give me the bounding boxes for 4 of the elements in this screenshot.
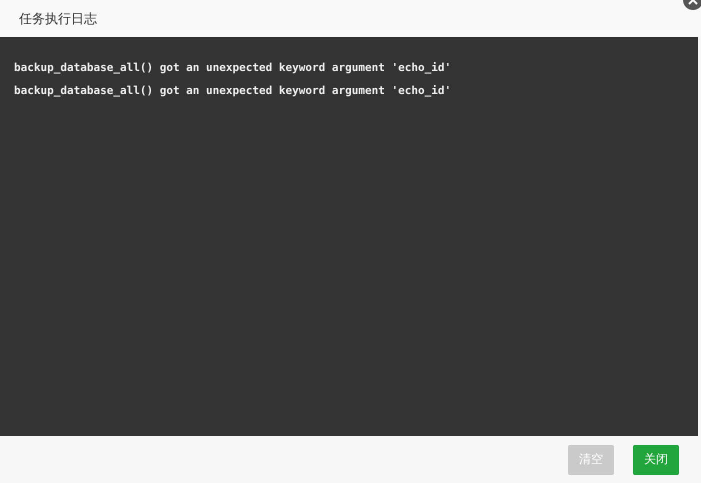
window-title: 任务执行日志 xyxy=(19,10,97,28)
log-line: backup_database_all() got an unexpected keyword argument 'echo_id' xyxy=(14,60,452,76)
close-button[interactable]: 关闭 xyxy=(633,444,679,474)
log-line: backup_database_all() got an unexpected keyword argument 'echo_id' xyxy=(14,83,452,99)
